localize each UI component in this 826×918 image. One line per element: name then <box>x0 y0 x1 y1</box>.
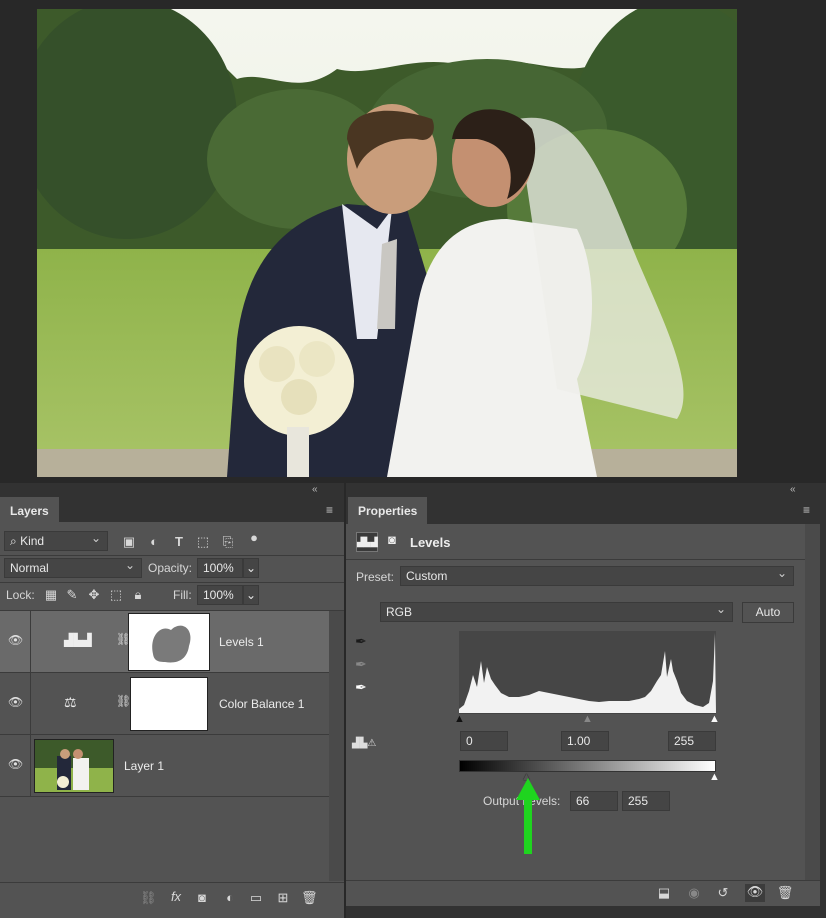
levels-adjustment-icon: ▟▙▟ <box>64 633 92 647</box>
trash-icon[interactable]: 🗑︎ <box>301 890 318 906</box>
opacity-chevron-icon[interactable]: ⌄ <box>243 558 259 578</box>
wedding-photo <box>37 9 737 477</box>
layer-name[interactable]: Color Balance 1 <box>219 697 304 711</box>
lock-label: Lock: <box>6 588 35 602</box>
lock-transparent-icon[interactable]: ▦ <box>44 587 58 603</box>
search-icon: ⌕ <box>10 534 17 548</box>
divider <box>30 611 31 673</box>
layer-row-layer1[interactable]: 👁︎ Layer 1 <box>0 735 329 797</box>
annotation-arrow-icon <box>516 778 540 854</box>
white-point-eyedropper-icon[interactable]: ✒︎ <box>355 679 367 696</box>
output-white-slider[interactable]: ▲ <box>709 771 720 783</box>
histogram-graph <box>459 633 716 713</box>
fill-label: Fill: <box>173 588 192 602</box>
output-black-field[interactable]: 66 <box>570 791 618 811</box>
auto-button[interactable]: Auto <box>742 602 794 623</box>
filter-kind-label: Kind <box>20 534 45 548</box>
input-white-slider[interactable]: ▲ <box>709 713 720 725</box>
output-white-field[interactable]: 255 <box>622 791 670 811</box>
input-white-field[interactable]: 255 <box>668 731 716 751</box>
new-group-icon[interactable]: ▭ <box>248 890 264 906</box>
trash-icon[interactable]: 🗑︎ <box>776 885 794 901</box>
tab-layers[interactable]: Layers <box>0 497 59 525</box>
link-layers-icon[interactable]: ⛓︎ <box>140 890 157 906</box>
divider <box>0 555 344 556</box>
link-chain-icon[interactable]: ⛓︎ <box>116 694 131 708</box>
fx-icon[interactable]: fx <box>167 889 185 904</box>
clip-to-layer-icon[interactable]: ⬓ <box>655 885 673 901</box>
layer-thumbnail-image <box>35 740 113 792</box>
opacity-input[interactable]: 100% <box>197 558 243 578</box>
gray-point-eyedropper-icon[interactable]: ✒︎ <box>355 656 367 673</box>
collapse-icon[interactable]: « <box>312 484 318 495</box>
panel-menu-icon[interactable]: ≡ <box>326 503 333 517</box>
lock-artboard-icon[interactable]: ⬚ <box>109 587 123 603</box>
output-gradient-bar <box>459 760 716 772</box>
channel-dropdown[interactable]: RGB <box>380 600 733 622</box>
adjustment-title: Levels <box>410 535 451 550</box>
lock-position-icon[interactable]: ✥ <box>87 587 101 603</box>
collapse-icon[interactable]: « <box>790 484 796 495</box>
layer-name[interactable]: Levels 1 <box>219 635 264 649</box>
view-previous-state-icon[interactable]: ◉ <box>685 885 703 901</box>
layer-thumbnail[interactable] <box>34 739 114 793</box>
lock-brush-icon[interactable]: ✎ <box>65 587 79 603</box>
layer-mask-thumbnail[interactable] <box>130 677 208 731</box>
filter-toggle-icon[interactable]: ● <box>246 530 262 545</box>
smart-object-filter-icon[interactable]: ⎘ <box>220 534 236 550</box>
adjustment-filter-icon[interactable]: ◐ <box>146 534 162 549</box>
fill-chevron-icon[interactable]: ⌄ <box>243 585 259 605</box>
levels-adjustment-icon[interactable]: ▟▙▟ <box>356 532 378 552</box>
mask-icon[interactable]: ◙ <box>381 532 403 552</box>
black-point-eyedropper-icon[interactable]: ✒︎ <box>355 633 367 650</box>
input-gamma-field[interactable]: 1.00 <box>561 731 609 751</box>
divider <box>30 673 31 735</box>
scrollbar[interactable] <box>329 611 344 881</box>
tab-properties[interactable]: Properties <box>348 497 428 525</box>
filter-kind-dropdown[interactable]: ⌕ Kind <box>4 529 108 551</box>
type-filter-icon[interactable]: T <box>171 534 187 549</box>
document-canvas <box>0 0 826 483</box>
opacity-label: Opacity: <box>148 561 193 575</box>
input-gamma-slider[interactable]: ▲ <box>582 713 593 725</box>
add-mask-icon[interactable]: ◙ <box>194 890 210 905</box>
input-black-field[interactable]: 0 <box>460 731 508 751</box>
blend-mode-dropdown[interactable]: Normal <box>4 556 142 578</box>
mask-shape <box>152 625 191 663</box>
divider <box>30 735 31 797</box>
photo-image <box>37 9 737 477</box>
visibility-eye-icon[interactable]: 👁︎ <box>745 884 765 902</box>
shape-filter-icon[interactable]: ⬚ <box>195 534 211 550</box>
panel-menu-icon[interactable]: ≡ <box>803 503 810 517</box>
new-layer-icon[interactable]: ⊞ <box>275 890 291 906</box>
reset-icon[interactable]: ↺ <box>714 885 732 901</box>
visibility-eye-icon[interactable]: 👁︎ <box>8 695 23 709</box>
scrollbar[interactable] <box>805 524 820 880</box>
fill-input[interactable]: 100% <box>197 585 243 605</box>
input-black-slider[interactable]: ▲ <box>454 713 465 725</box>
preset-dropdown[interactable]: Custom <box>400 564 794 586</box>
preset-label: Preset: <box>356 570 395 584</box>
new-adjustment-icon[interactable]: ◐ <box>222 890 238 905</box>
pixel-filter-icon[interactable]: ▣ <box>121 534 137 550</box>
divider <box>0 882 344 883</box>
layer-row-levels[interactable]: 👁︎ ▟▙▟ ⛓︎ Levels 1 <box>0 611 329 673</box>
visibility-eye-icon[interactable]: 👁︎ <box>8 633 23 647</box>
color-balance-adjustment-icon: ⚖︎ <box>64 694 77 710</box>
layer-name[interactable]: Layer 1 <box>124 759 164 773</box>
layer-mask-thumbnail[interactable] <box>128 613 210 671</box>
histogram <box>459 631 716 713</box>
divider <box>346 559 805 560</box>
divider <box>0 582 344 583</box>
visibility-eye-icon[interactable]: 👁︎ <box>8 757 23 771</box>
layer-row-color-balance[interactable]: 👁︎ ⚖︎ ⛓︎ Color Balance 1 <box>0 673 329 735</box>
lock-all-icon[interactable]: 🔒︎ <box>131 587 145 603</box>
clipping-warning-icon[interactable]: ▟▙⚠ <box>352 738 376 749</box>
